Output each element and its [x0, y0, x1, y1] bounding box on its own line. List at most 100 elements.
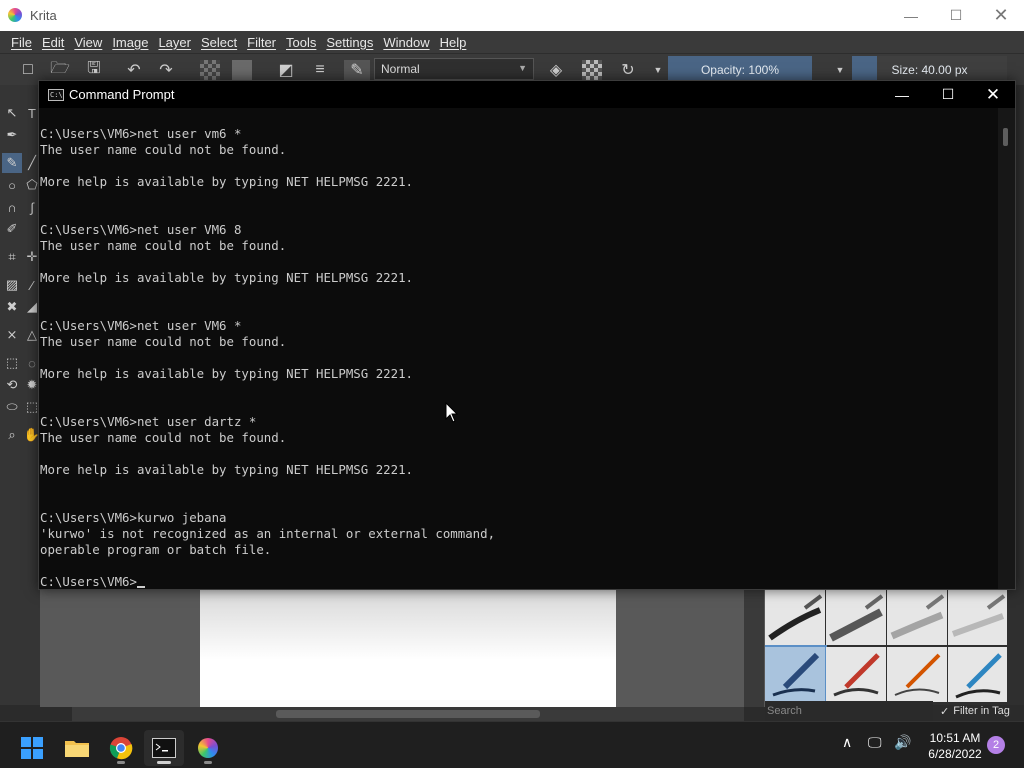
- close-icon[interactable]: ✕: [978, 0, 1024, 31]
- brush-preset-tile[interactable]: [826, 590, 886, 645]
- brush-preset-tile[interactable]: [887, 646, 947, 702]
- scrollbar-thumb[interactable]: [276, 710, 540, 718]
- taskbar: ∧ 🖵 🔊 10:51 AM 6/28/2022 2: [0, 721, 1024, 768]
- color-swap-icon[interactable]: ◩: [276, 60, 296, 80]
- krita-logo-icon: [8, 8, 22, 22]
- file-explorer-button[interactable]: [57, 730, 97, 766]
- minimize-icon[interactable]: —: [879, 81, 925, 108]
- console-prompt-line[interactable]: C:\Users\VM6>: [40, 574, 1000, 588]
- freehand-select-icon[interactable]: ⟲: [2, 375, 22, 395]
- crop-tool-icon[interactable]: ⌗: [2, 247, 22, 267]
- notification-badge[interactable]: 2: [987, 736, 1005, 754]
- brush-preset-tile[interactable]: [826, 646, 886, 702]
- console-prompt: C:\Users\VM6>: [40, 574, 137, 588]
- chevron-down-icon: ▼: [518, 63, 527, 73]
- brush-settings-icon[interactable]: ≡: [310, 60, 330, 80]
- brush-search-input[interactable]: Search: [765, 701, 933, 721]
- filter-in-tag-checkbox[interactable]: ✓ Filter in Tag: [936, 701, 1024, 721]
- freehand-brush-icon[interactable]: ✎: [2, 153, 22, 173]
- minimize-icon[interactable]: —: [888, 0, 934, 31]
- console-line: More help is available by typing NET HEL…: [40, 174, 413, 189]
- bezier-select-icon[interactable]: ⬭: [2, 397, 22, 417]
- gradient-tool-icon[interactable]: ▨: [2, 275, 22, 295]
- rectangle-select-icon[interactable]: ⬚: [2, 353, 22, 373]
- new-document-icon[interactable]: □: [18, 60, 38, 80]
- clock[interactable]: 10:51 AM 6/28/2022: [920, 730, 990, 762]
- command-prompt-scrollbar[interactable]: [998, 108, 1015, 589]
- command-prompt-icon: C:\: [48, 89, 64, 101]
- chevron-down-icon[interactable]: ▼: [648, 60, 668, 80]
- blend-mode-value: Normal: [381, 62, 420, 76]
- select-shapes-icon[interactable]: ↖: [2, 103, 22, 123]
- network-icon[interactable]: 🖵: [868, 734, 882, 751]
- menu-layer[interactable]: Layer: [153, 35, 196, 50]
- volume-icon[interactable]: 🔊: [894, 734, 911, 751]
- clock-time: 10:51 AM: [929, 731, 981, 745]
- assistant-tool-icon[interactable]: ⨯: [2, 325, 22, 345]
- command-prompt-taskbar-button[interactable]: [144, 730, 184, 766]
- menu-image[interactable]: Image: [107, 35, 153, 50]
- close-icon[interactable]: ✕: [970, 81, 1016, 108]
- menu-edit[interactable]: Edit: [37, 35, 69, 50]
- active-indicator: [157, 761, 171, 764]
- zoom-tool-icon[interactable]: ⌕: [2, 425, 22, 445]
- gradient-pattern-icon[interactable]: [200, 60, 220, 80]
- menu-tools[interactable]: Tools: [281, 35, 321, 50]
- krita-taskbar-button[interactable]: [188, 730, 228, 766]
- chevron-up-icon[interactable]: ∧: [842, 734, 852, 751]
- brush-preset-icon[interactable]: ✎: [344, 60, 370, 80]
- canvas-horizontal-scrollbar[interactable]: [72, 707, 744, 721]
- redo-icon[interactable]: ↷: [156, 60, 176, 80]
- running-indicator: [204, 761, 212, 764]
- maximize-icon[interactable]: ☐: [925, 81, 971, 108]
- menu-select[interactable]: Select: [196, 35, 242, 50]
- menu-settings[interactable]: Settings: [321, 35, 378, 50]
- open-folder-icon[interactable]: 🗁: [50, 60, 70, 80]
- ellipse-tool-icon[interactable]: ○: [2, 175, 22, 195]
- command-prompt-window[interactable]: C:\ Command Prompt — ☐ ✕ C:\Users\VM6>ne…: [38, 80, 1016, 590]
- brush-preset-tile[interactable]: [887, 590, 947, 645]
- edit-shapes-icon[interactable]: ✒: [2, 125, 22, 145]
- canvas-vertical-scrollbar[interactable]: [744, 590, 764, 707]
- opacity-slider[interactable]: Opacity: 100%: [668, 56, 812, 83]
- brush-size-slider[interactable]: Size: 40.00 px: [852, 56, 1007, 83]
- reload-preset-icon[interactable]: ↻: [618, 60, 638, 80]
- scrollbar-thumb[interactable]: [1003, 128, 1008, 146]
- chevron-down-icon[interactable]: ▼: [830, 60, 850, 80]
- start-button[interactable]: [12, 730, 52, 766]
- command-prompt-output[interactable]: C:\Users\VM6>net user vm6 * The user name…: [40, 126, 1000, 588]
- console-line: More help is available by typing NET HEL…: [40, 462, 413, 477]
- brush-preset-tile[interactable]: [948, 646, 1007, 702]
- menu-view[interactable]: View: [69, 35, 107, 50]
- smart-patch-icon[interactable]: ✖: [2, 297, 22, 317]
- chrome-button[interactable]: [101, 730, 141, 766]
- console-line: C:\Users\VM6>net user VM6 *: [40, 318, 242, 333]
- save-icon[interactable]: 🖫: [84, 60, 104, 80]
- blend-mode-select[interactable]: Normal ▼: [374, 58, 534, 80]
- undo-icon[interactable]: ↶: [124, 60, 144, 80]
- brush-preset-tile[interactable]: [765, 590, 825, 645]
- brush-preset-tile[interactable]: [948, 590, 1007, 645]
- alpha-lock-icon[interactable]: [582, 60, 602, 80]
- console-line: 'kurwo' is not recognized as an internal…: [40, 526, 496, 541]
- krita-title-bar: Krita — ☐ ✕: [0, 0, 1024, 31]
- console-line: operable program or batch file.: [40, 542, 272, 557]
- menu-filter[interactable]: Filter: [242, 35, 281, 50]
- brush-presets-grid: [765, 590, 1007, 702]
- console-line: More help is available by typing NET HEL…: [40, 270, 413, 285]
- menu-help[interactable]: Help: [435, 35, 472, 50]
- eraser-icon[interactable]: ◈: [546, 60, 566, 80]
- bezier-tool-icon[interactable]: ∩: [2, 197, 22, 217]
- brush-preset-tile-selected[interactable]: [765, 644, 827, 702]
- pattern-swatch-icon[interactable]: [232, 60, 252, 80]
- console-line: More help is available by typing NET HEL…: [40, 366, 413, 381]
- canvas-document[interactable]: [200, 590, 616, 707]
- menu-window[interactable]: Window: [378, 35, 434, 50]
- krita-menu-bar: File Edit View Image Layer Select Filter…: [0, 31, 1024, 53]
- maximize-icon[interactable]: ☐: [933, 0, 979, 31]
- dynamic-brush-icon[interactable]: ✐: [2, 219, 22, 239]
- command-prompt-title-bar[interactable]: C:\ Command Prompt — ☐ ✕: [39, 81, 1015, 108]
- menu-file[interactable]: File: [6, 35, 37, 50]
